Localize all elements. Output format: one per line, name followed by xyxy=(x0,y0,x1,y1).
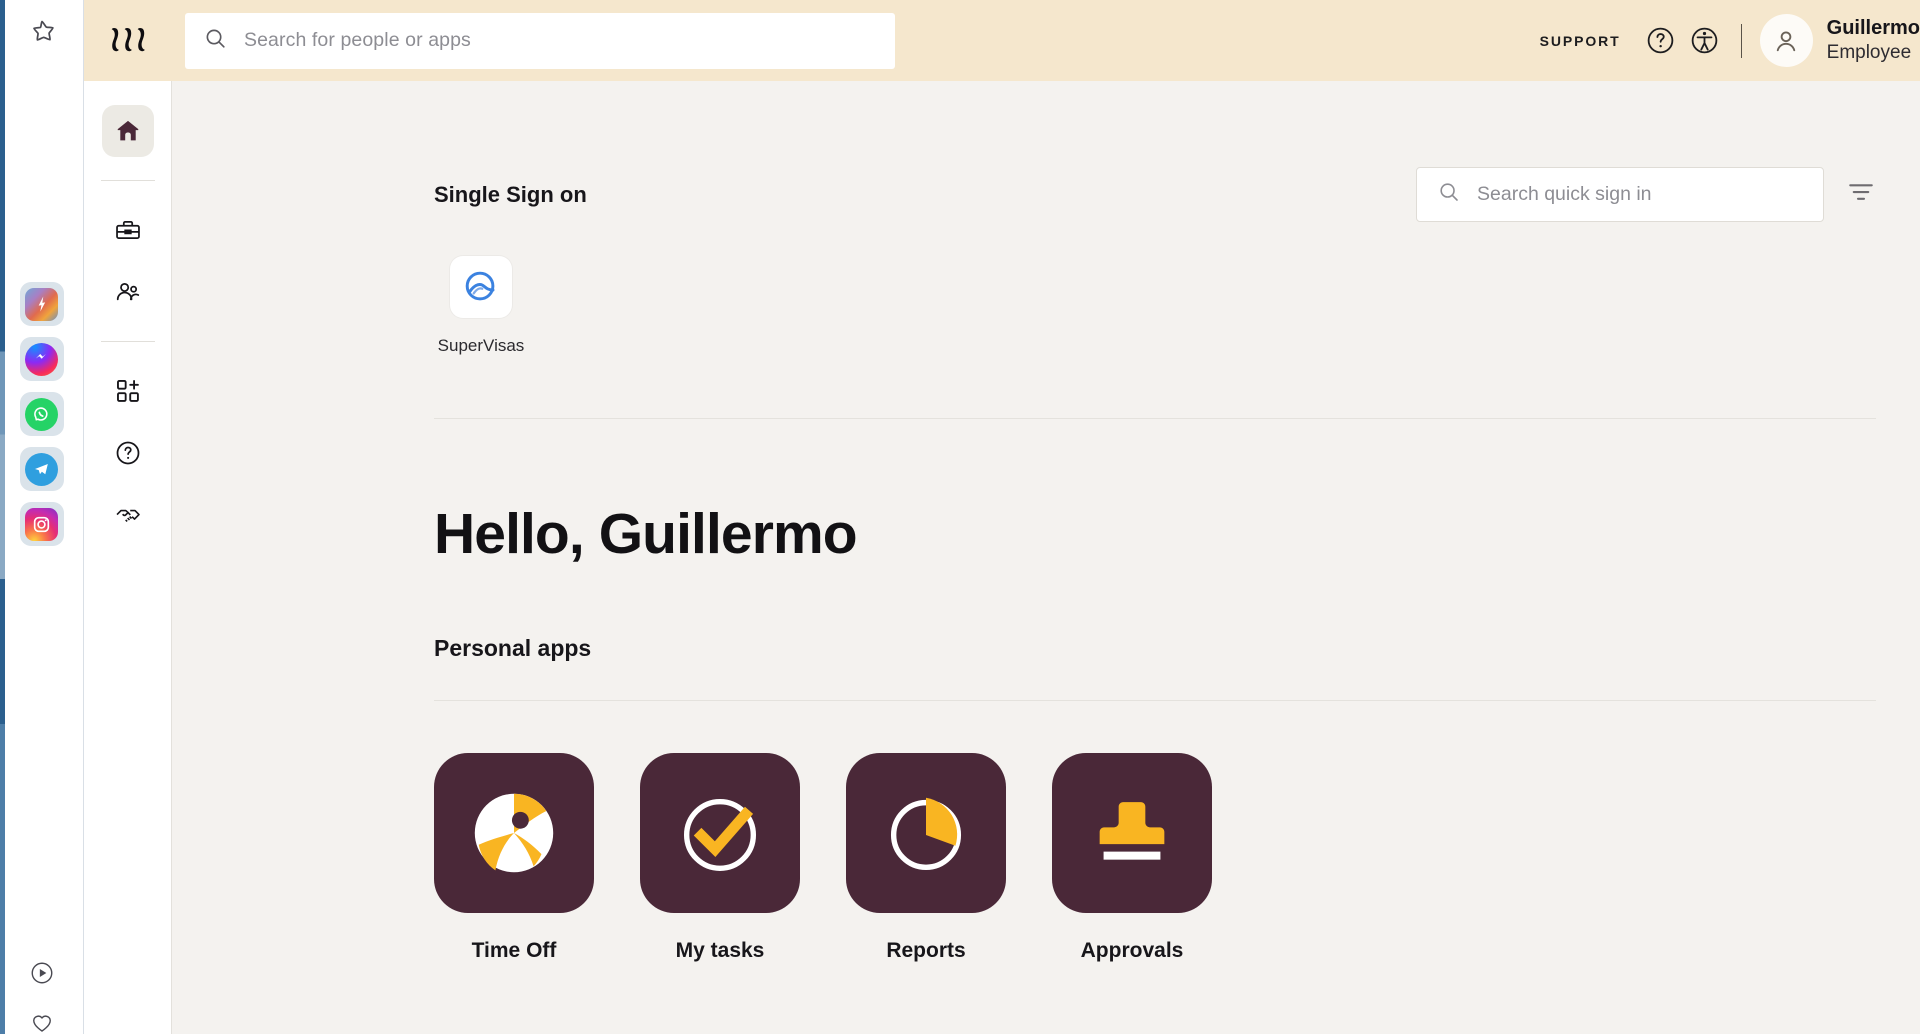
screen-root: Search for people or apps SUPPORT Guille… xyxy=(0,0,1920,1034)
stamp-icon xyxy=(1052,753,1212,913)
personal-apps-grid: Time Off My tasks Reports Approvals xyxy=(434,753,1876,963)
user-info[interactable]: Guillermo Employee xyxy=(1827,16,1920,65)
sidebar-item-help[interactable] xyxy=(102,427,154,479)
rippling-logo[interactable] xyxy=(106,24,158,58)
gradient-app-icon[interactable] xyxy=(19,282,64,326)
section-divider xyxy=(434,418,1876,419)
quick-signin-toolbar: Search quick sign in xyxy=(1416,167,1876,222)
personal-apps-divider xyxy=(434,700,1876,701)
telegram-icon[interactable] xyxy=(19,447,64,491)
search-icon xyxy=(1437,180,1461,209)
browser-pinned-apps xyxy=(19,282,64,546)
app-tile-label: Approvals xyxy=(1080,939,1184,962)
app-tile-time-off[interactable]: Time Off xyxy=(434,753,594,963)
support-label[interactable]: SUPPORT xyxy=(1540,33,1621,49)
play-circle-icon[interactable] xyxy=(29,960,55,991)
app-tile-label: My tasks xyxy=(675,939,765,962)
sidebar-item-add-app[interactable] xyxy=(102,365,154,417)
heart-icon[interactable] xyxy=(29,1009,55,1034)
app-tile-my-tasks[interactable]: My tasks xyxy=(640,753,800,963)
app-tile-label: Reports xyxy=(886,939,966,962)
rippling-app: Search for people or apps SUPPORT Guille… xyxy=(84,0,1920,1034)
sidebar-item-people[interactable] xyxy=(102,266,154,318)
quick-signin-search-placeholder: Search quick sign in xyxy=(1477,183,1652,205)
global-search-placeholder: Search for people or apps xyxy=(244,29,471,51)
app-tile-label: Time Off xyxy=(471,939,557,962)
user-role: Employee xyxy=(1826,42,1912,64)
divider xyxy=(1740,23,1742,58)
pie-chart-icon xyxy=(846,753,1006,913)
quick-signin-search-input[interactable]: Search quick sign in xyxy=(1416,167,1824,222)
star-outline-icon[interactable] xyxy=(20,10,64,54)
supervisas-logo xyxy=(450,256,512,318)
sidebar-divider xyxy=(100,180,155,181)
filter-icon[interactable] xyxy=(1846,177,1876,212)
sso-title: Single Sign on xyxy=(434,181,587,207)
beach-ball-icon xyxy=(434,753,594,913)
browser-bottom-icons xyxy=(0,960,83,1034)
sso-header: Single Sign on Search quick sign in xyxy=(434,81,1876,222)
accessibility-icon[interactable] xyxy=(1683,19,1727,63)
sidebar-item-toolbox[interactable] xyxy=(102,204,154,256)
app-sidebar xyxy=(84,81,172,1034)
instagram-icon[interactable] xyxy=(19,502,64,546)
avatar[interactable] xyxy=(1759,14,1813,67)
question-circle-icon[interactable] xyxy=(1639,19,1683,63)
page-title: Hello, Guillermo xyxy=(434,502,858,566)
sidebar-divider-2 xyxy=(100,341,155,342)
whatsapp-icon[interactable] xyxy=(19,392,64,436)
sso-app-supervisas[interactable]: SuperVisas xyxy=(434,256,528,356)
sidebar-item-partners[interactable] xyxy=(102,489,154,541)
sso-app-grid: SuperVisas xyxy=(434,256,1876,356)
app-tile-reports[interactable]: Reports xyxy=(846,753,1006,963)
sidebar-item-home[interactable] xyxy=(101,105,154,157)
check-circle-icon xyxy=(640,753,800,913)
search-icon xyxy=(203,26,228,56)
messenger-icon[interactable] xyxy=(19,337,64,381)
top-bar-actions: SUPPORT Guillermo Employee xyxy=(1540,14,1920,67)
user-name: Guillermo xyxy=(1826,17,1920,40)
sso-app-label: SuperVisas xyxy=(437,336,525,355)
global-search-input[interactable]: Search for people or apps xyxy=(185,12,895,69)
personal-apps-title: Personal apps xyxy=(434,635,592,661)
app-body: Single Sign on Search quick sign in Supe… xyxy=(84,81,1920,1034)
main-content: Single Sign on Search quick sign in Supe… xyxy=(172,81,1920,1034)
top-bar: Search for people or apps SUPPORT Guille… xyxy=(84,0,1920,81)
app-tile-approvals[interactable]: Approvals xyxy=(1052,753,1212,963)
browser-sidebar xyxy=(0,0,84,1034)
